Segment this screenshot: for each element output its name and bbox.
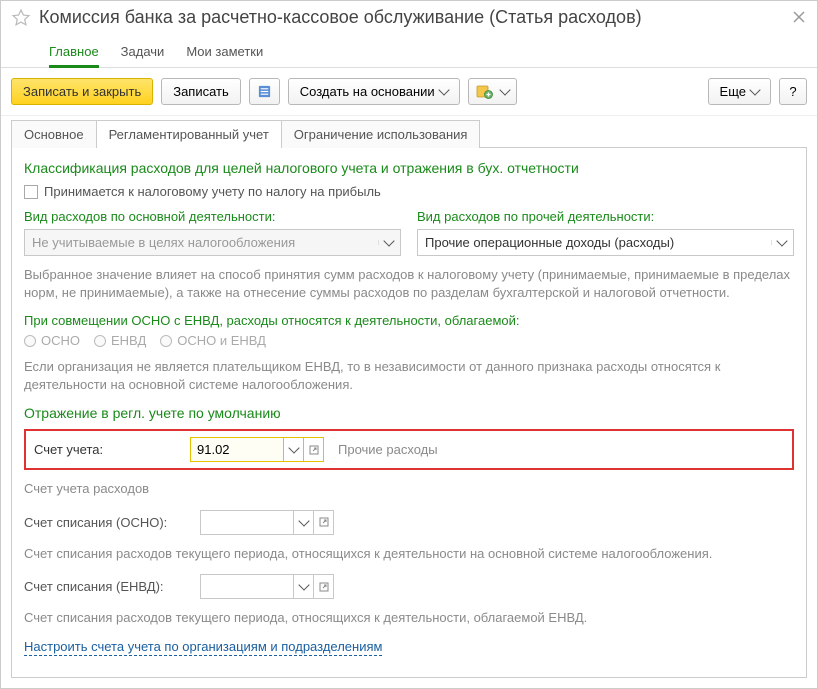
- attach-icon-button[interactable]: [468, 78, 517, 105]
- chevron-down-icon: [383, 235, 394, 246]
- info-text-1: Выбранное значение влияет на способ прин…: [24, 266, 794, 301]
- subtab-regulated[interactable]: Регламентированный учет: [96, 120, 282, 148]
- save-close-button[interactable]: Записать и закрыть: [11, 78, 153, 105]
- create-based-label: Создать на основании: [300, 84, 435, 99]
- chevron-down-icon: [499, 84, 510, 95]
- chevron-down-icon: [749, 84, 760, 95]
- writeoff-envd-input[interactable]: [200, 574, 294, 599]
- chevron-down-icon: [438, 84, 449, 95]
- radio-osno: ОСНО: [24, 333, 80, 348]
- dropdown-icon-button[interactable]: [294, 510, 314, 535]
- writeoff-osno-info: Счет списания расходов текущего периода,…: [24, 545, 794, 563]
- osno-envd-label: При совмещении ОСНО с ЕНВД, расходы отно…: [24, 313, 794, 328]
- info-text-2: Если организация не является плательщико…: [24, 358, 794, 393]
- dropdown-icon-button[interactable]: [284, 437, 304, 462]
- close-icon[interactable]: [793, 11, 807, 25]
- more-label: Еще: [720, 84, 746, 99]
- account-exp-info: Счет учета расходов: [24, 480, 794, 498]
- chevron-down-icon: [298, 515, 309, 526]
- main-activity-label: Вид расходов по основной деятельности:: [24, 209, 401, 224]
- writeoff-envd-label: Счет списания (ЕНВД):: [24, 579, 194, 594]
- chevron-down-icon: [288, 443, 299, 454]
- nav-tab-notes[interactable]: Мои заметки: [186, 38, 263, 67]
- open-icon-button[interactable]: [314, 510, 334, 535]
- subtab-main[interactable]: Основное: [11, 120, 97, 148]
- main-activity-select[interactable]: Не учитываемые в целях налогообложения: [24, 229, 401, 256]
- radio-envd: ЕНВД: [94, 333, 146, 348]
- account-input[interactable]: [190, 437, 284, 462]
- list-icon-button[interactable]: [249, 78, 280, 105]
- section-default-title: Отражение в регл. учете по умолчанию: [24, 405, 794, 421]
- subtab-restriction[interactable]: Ограничение использования: [281, 120, 481, 148]
- writeoff-osno-input[interactable]: [200, 510, 294, 535]
- radio-both: ОСНО и ЕНВД: [160, 333, 266, 348]
- save-button[interactable]: Записать: [161, 78, 241, 105]
- account-side-text: Прочие расходы: [338, 442, 438, 457]
- main-activity-value: Не учитываемые в целях налогообложения: [32, 235, 372, 250]
- highlight-account-box: Счет учета: Прочие расходы: [24, 429, 794, 470]
- accept-tax-checkbox[interactable]: [24, 185, 38, 199]
- writeoff-osno-label: Счет списания (ОСНО):: [24, 515, 194, 530]
- section-classification-title: Классификация расходов для целей налогов…: [24, 160, 794, 176]
- chevron-down-icon: [298, 580, 309, 591]
- other-activity-select[interactable]: Прочие операционные доходы (расходы): [417, 229, 794, 256]
- writeoff-envd-info: Счет списания расходов текущего периода,…: [24, 609, 794, 627]
- account-label: Счет учета:: [34, 442, 184, 457]
- chevron-down-icon: [776, 235, 787, 246]
- more-button[interactable]: Еще: [708, 78, 771, 105]
- other-activity-label: Вид расходов по прочей деятельности:: [417, 209, 794, 224]
- open-icon-button[interactable]: [304, 437, 324, 462]
- accept-tax-label: Принимается к налоговому учету по налогу…: [44, 184, 381, 199]
- configure-accounts-link[interactable]: Настроить счета учета по организациям и …: [24, 639, 382, 656]
- dropdown-icon-button[interactable]: [294, 574, 314, 599]
- help-button[interactable]: ?: [779, 78, 807, 105]
- nav-tab-tasks[interactable]: Задачи: [121, 38, 165, 67]
- window-title: Комиссия банка за расчетно-кассовое обсл…: [39, 7, 785, 28]
- open-icon-button[interactable]: [314, 574, 334, 599]
- favorite-star-icon[interactable]: [11, 8, 31, 28]
- nav-tab-main[interactable]: Главное: [49, 38, 99, 67]
- create-based-on-button[interactable]: Создать на основании: [288, 78, 460, 105]
- other-activity-value: Прочие операционные доходы (расходы): [425, 235, 765, 250]
